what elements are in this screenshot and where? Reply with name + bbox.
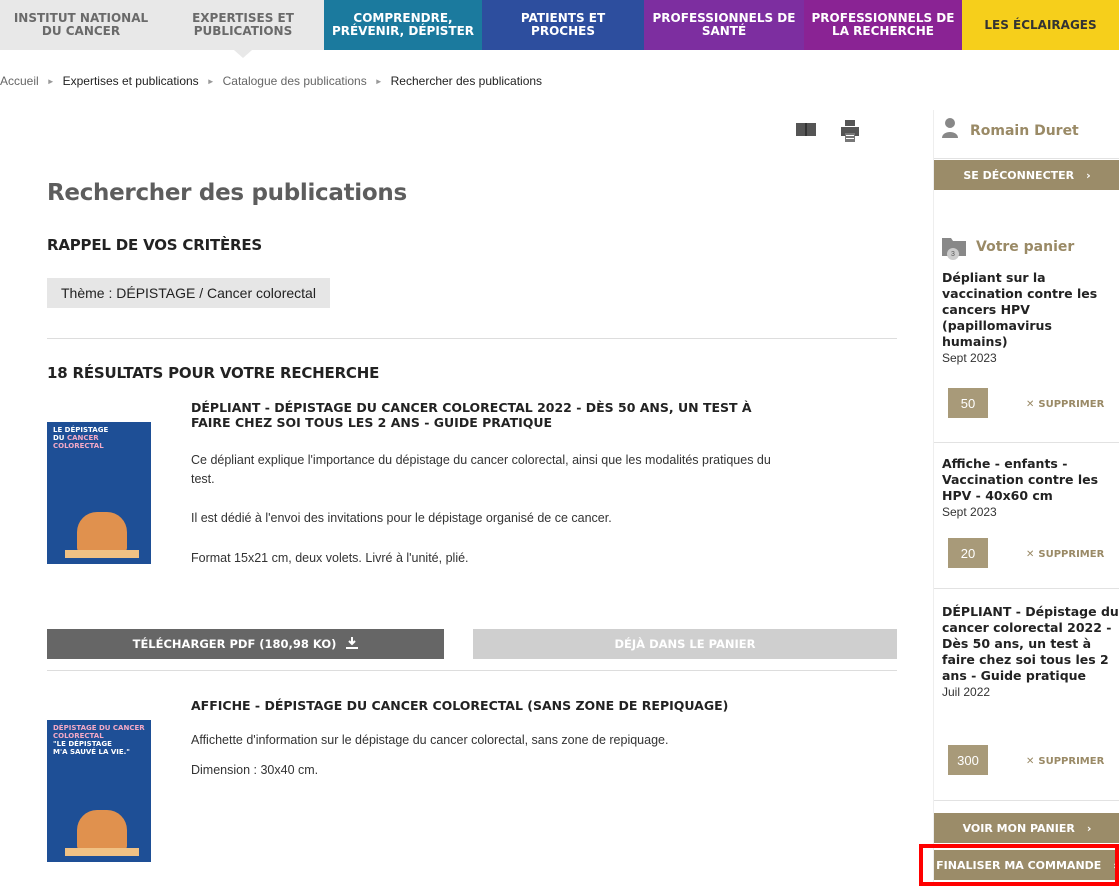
breadcrumb-accueil[interactable]: Accueil [0, 74, 39, 88]
view-cart-button[interactable]: VOIR MON PANIER › [934, 813, 1119, 843]
result-title[interactable]: Affiche - Dépistage du cancer colorectal… [191, 698, 771, 713]
breadcrumb-separator-icon: ► [374, 76, 383, 86]
cart-item-title[interactable]: Affiche - enfants - Vaccination contre l… [942, 456, 1119, 504]
user-info: Romain Duret [942, 118, 1079, 143]
cart-item-title[interactable]: Dépliant sur la vaccination contre les c… [942, 270, 1119, 350]
chevron-right-icon: › [1086, 821, 1092, 835]
cart-header: 3 Votre panier [942, 236, 1075, 260]
results-heading: 18 résultats pour votre recherche [47, 364, 380, 382]
cart-item-date: Sept 2023 [942, 351, 997, 365]
printer-icon[interactable] [841, 120, 859, 142]
nav-professionnels-sante[interactable]: Professionnels de santé [644, 0, 804, 50]
breadcrumb-current: Rechercher des publications [390, 74, 543, 88]
chevron-right-icon: › [1086, 168, 1091, 182]
quantity-input[interactable]: 20 [948, 538, 988, 568]
result-description: Dimension : 30x40 cm. [191, 763, 319, 777]
quantity-input[interactable]: 300 [948, 745, 988, 775]
already-in-cart-button: DÉJÀ DANS LE PANIER [473, 629, 897, 659]
result-title[interactable]: Dépliant - Dépistage du cancer colorecta… [191, 400, 771, 430]
divider [934, 800, 1119, 801]
remove-item-button[interactable]: ✕ SUPPRIMER [1026, 549, 1104, 560]
nav-institut[interactable]: Institut National du Cancer [0, 0, 162, 50]
user-name: Romain Duret [970, 122, 1079, 139]
cart-item: DÉPLIANT - Dépistage du cancer colorecta… [942, 604, 1119, 699]
cart-item-controls: 300 [948, 745, 988, 775]
divider [47, 338, 897, 339]
nav-expertises[interactable]: Expertises et publications [162, 0, 324, 58]
user-icon [942, 118, 958, 143]
remove-item-button[interactable]: ✕ SUPPRIMER [1026, 399, 1104, 410]
nav-professionnels-recherche[interactable]: Professionnels de la recherche [804, 0, 962, 50]
breadcrumb-expertises[interactable]: Expertises et publications [63, 74, 199, 88]
main-navigation: Institut National du Cancer Expertises e… [0, 0, 1119, 58]
result-description: Format 15x21 cm, deux volets. Livré à l'… [191, 551, 469, 565]
folder-icon: 3 [942, 236, 968, 260]
cart-item: Dépliant sur la vaccination contre les c… [942, 270, 1119, 365]
breadcrumb-catalogue[interactable]: Catalogue des publications [223, 74, 367, 88]
divider [934, 442, 1119, 443]
breadcrumb-separator-icon: ► [206, 76, 215, 86]
divider [47, 670, 897, 671]
nav-eclairages[interactable]: Les éclairages [962, 0, 1119, 50]
cart-item-title[interactable]: DÉPLIANT - Dépistage du cancer colorecta… [942, 604, 1119, 684]
highlight-outline [919, 844, 1119, 886]
close-icon: ✕ [1026, 756, 1035, 767]
download-pdf-button[interactable]: TÉLÉCHARGER PDF (180,98 KO) [47, 629, 444, 659]
cart-title: Votre panier [976, 239, 1075, 255]
result-description: Affichette d'information sur le dépistag… [191, 733, 669, 747]
remove-item-button[interactable]: ✕ SUPPRIMER [1026, 756, 1104, 767]
nav-comprendre[interactable]: Comprendre, prévenir, dépister [324, 0, 482, 50]
nav-patients[interactable]: Patients et proches [482, 0, 644, 50]
divider [934, 158, 1119, 159]
close-icon: ✕ [1026, 399, 1035, 410]
breadcrumb: Accueil ► Expertises et publications ► C… [0, 74, 542, 88]
page-tools [795, 120, 859, 142]
sidebar: Romain Duret SE DÉCONNECTER › 3 Votre pa… [933, 110, 1119, 886]
criteria-heading: Rappel de vos critères [47, 236, 263, 254]
cart-item-controls: 20 [948, 538, 988, 568]
cart-item-date: Juil 2022 [942, 685, 991, 699]
cart-item: Affiche - enfants - Vaccination contre l… [942, 456, 1119, 519]
download-icon [346, 636, 359, 652]
divider [934, 588, 1119, 589]
book-icon[interactable] [795, 120, 817, 142]
criteria-tag: Thème : DÉPISTAGE / Cancer colorectal [47, 278, 330, 308]
result-description: Ce dépliant explique l'importance du dép… [191, 453, 771, 486]
cart-item-controls: 50 [948, 388, 988, 418]
logout-button[interactable]: SE DÉCONNECTER › [934, 160, 1119, 190]
page-title: Rechercher des publications [47, 180, 407, 206]
publication-thumbnail[interactable]: LE DÉPISTAGE DU CANCER COLORECTAL [47, 400, 151, 580]
quantity-input[interactable]: 50 [948, 388, 988, 418]
publication-thumbnail[interactable]: DÉPISTAGE DU CANCER COLORECTAL "LE DÉPIS… [47, 698, 151, 878]
result-description: Il est dédié à l'envoi des invitations p… [191, 511, 612, 525]
cart-item-date: Sept 2023 [942, 505, 997, 519]
breadcrumb-separator-icon: ► [46, 76, 55, 86]
close-icon: ✕ [1026, 549, 1035, 560]
cart-count: 3 [947, 248, 959, 260]
